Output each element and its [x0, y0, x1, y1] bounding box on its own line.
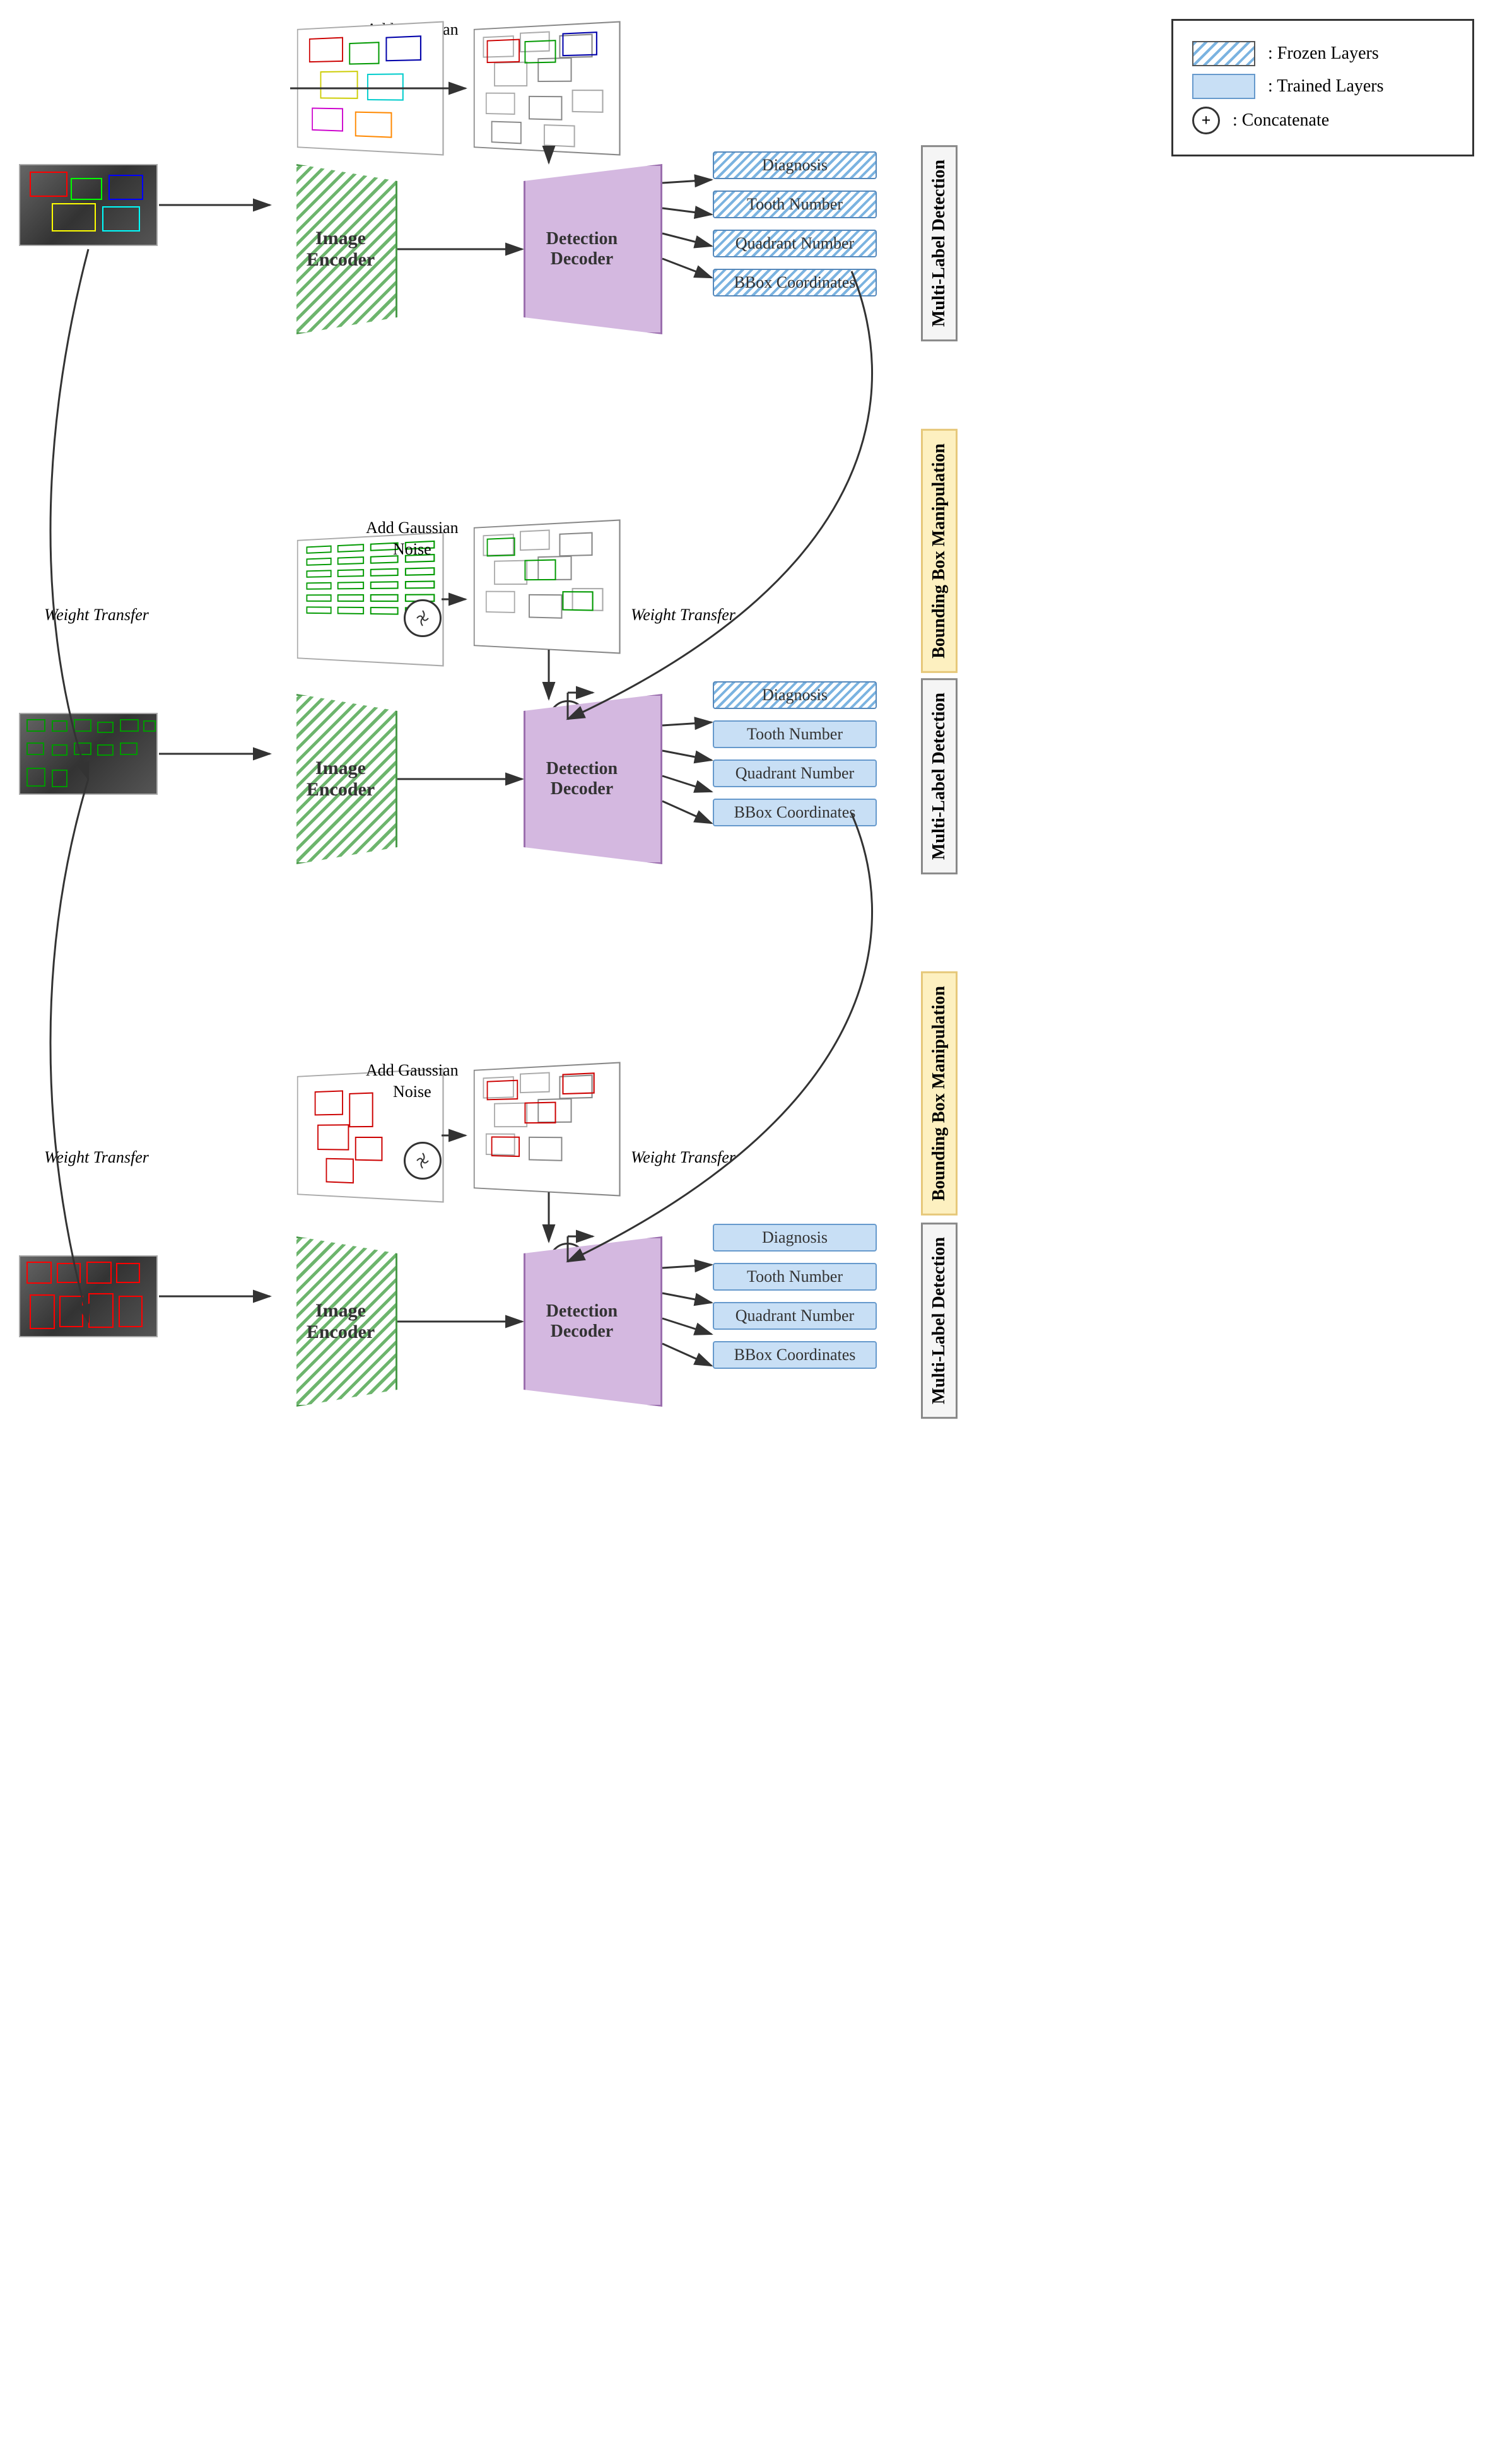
frozen-icon [1192, 41, 1255, 66]
weight-transfer-left-2: Weight Transfer [44, 606, 149, 624]
quadrant-label-3: Quadrant Number [713, 1302, 877, 1330]
frozen-label-text: : Frozen Layers [1268, 44, 1379, 64]
noise-panel-2 [474, 519, 621, 654]
diagnosis-label-1: Diagnosis [713, 151, 877, 179]
encoder-label-3: ImageEncoder [293, 1300, 388, 1343]
tooth-label-3: Tooth Number [713, 1263, 877, 1291]
tooth-label-1: Tooth Number [713, 191, 877, 218]
decoder-label-1: DetectionDecoder [528, 229, 635, 269]
multi-label-badge-3: Multi-Label Detection [921, 1222, 958, 1419]
gaussian-icon-3 [404, 1142, 442, 1180]
trained-icon [1192, 74, 1255, 99]
legend-concat-item: + : Concatenate [1192, 107, 1453, 134]
tooth-label-2: Tooth Number [713, 720, 877, 748]
legend-frozen-item: : Frozen Layers [1192, 41, 1453, 66]
main-container: : Frozen Layers : Trained Layers + : Con… [0, 0, 1512, 2445]
xray-input-2 [19, 713, 158, 795]
decoder-label-3: DetectionDecoder [528, 1301, 635, 1342]
gaussian-label-3: Add GaussianNoise [366, 1060, 459, 1103]
output-item-quadrant-1: Quadrant Number [713, 230, 877, 257]
gaussian-icon-2 [404, 599, 442, 637]
quadrant-label-2: Quadrant Number [713, 759, 877, 787]
output-labels-2: Diagnosis Tooth Number Quadrant Number B… [713, 681, 877, 826]
concat-icon: + [1192, 107, 1220, 134]
multi-label-badge-1: Multi-Label Detection [921, 145, 958, 341]
encoder-block-3: ImageEncoder [271, 1236, 397, 1407]
diagnosis-label-3: Diagnosis [713, 1224, 877, 1252]
encoder-label-2: ImageEncoder [293, 758, 388, 800]
weight-transfer-right-3: Weight Transfer [631, 1148, 735, 1167]
output-item-tooth-2: Tooth Number [713, 720, 877, 748]
bbox-label-2: BBox Coordinates [713, 799, 877, 826]
output-item-tooth-1: Tooth Number [713, 191, 877, 218]
bbox-label-3: BBox Coordinates [713, 1341, 877, 1369]
noise-panel-3 [474, 1062, 621, 1196]
output-item-bbox-3: BBox Coordinates [713, 1341, 877, 1369]
xray-inner-1 [20, 165, 156, 245]
gaussian-label-2: Add GaussianNoise [366, 517, 459, 560]
bbox-label-1: BBox Coordinates [713, 269, 877, 296]
bbox-manip-badge-2: Bounding Box Manipulation [921, 971, 958, 1216]
diagnosis-label-2: Diagnosis [713, 681, 877, 709]
quadrant-label-1: Quadrant Number [713, 230, 877, 257]
decoder-label-2: DetectionDecoder [528, 759, 635, 799]
bbox-manip-badge-1: Bounding Box Manipulation [921, 429, 958, 673]
xray-input-1 [19, 164, 158, 246]
multi-label-badge-2: Multi-Label Detection [921, 678, 958, 874]
weight-transfer-left-3: Weight Transfer [44, 1148, 149, 1167]
output-labels-1: Diagnosis Tooth Number Quadrant Number B… [713, 151, 877, 296]
output-item-quadrant-2: Quadrant Number [713, 759, 877, 787]
decoder-block-3: DetectionDecoder [524, 1236, 662, 1407]
decoder-block-1: DetectionDecoder [524, 164, 662, 334]
output-item-diagnosis-2: Diagnosis [713, 681, 877, 709]
decoder-block-2: DetectionDecoder [524, 694, 662, 864]
xray-inner-2 [20, 714, 156, 794]
output-item-diagnosis-3: Diagnosis [713, 1224, 877, 1252]
arrows-svg [0, 0, 1512, 2445]
noise-panel-1 [474, 21, 621, 155]
output-labels-3: Diagnosis Tooth Number Quadrant Number B… [713, 1224, 877, 1369]
weight-transfer-right-2: Weight Transfer [631, 606, 735, 624]
xray-inner-3 [20, 1257, 156, 1336]
bbox-input-panel-1 [297, 21, 444, 155]
legend-box: : Frozen Layers : Trained Layers + : Con… [1171, 19, 1474, 156]
legend-trained-item: : Trained Layers [1192, 74, 1453, 99]
encoder-block-1: ImageEncoder [271, 164, 397, 334]
output-item-bbox-2: BBox Coordinates [713, 799, 877, 826]
encoder-block-2: ImageEncoder [271, 694, 397, 864]
concat-label-text: : Concatenate [1233, 110, 1329, 131]
output-item-quadrant-3: Quadrant Number [713, 1302, 877, 1330]
output-item-diagnosis-1: Diagnosis [713, 151, 877, 179]
output-item-tooth-3: Tooth Number [713, 1263, 877, 1291]
trained-label-text: : Trained Layers [1268, 76, 1384, 97]
xray-input-3 [19, 1255, 158, 1337]
encoder-label-1: ImageEncoder [293, 228, 388, 271]
output-item-bbox-1: BBox Coordinates [713, 269, 877, 296]
